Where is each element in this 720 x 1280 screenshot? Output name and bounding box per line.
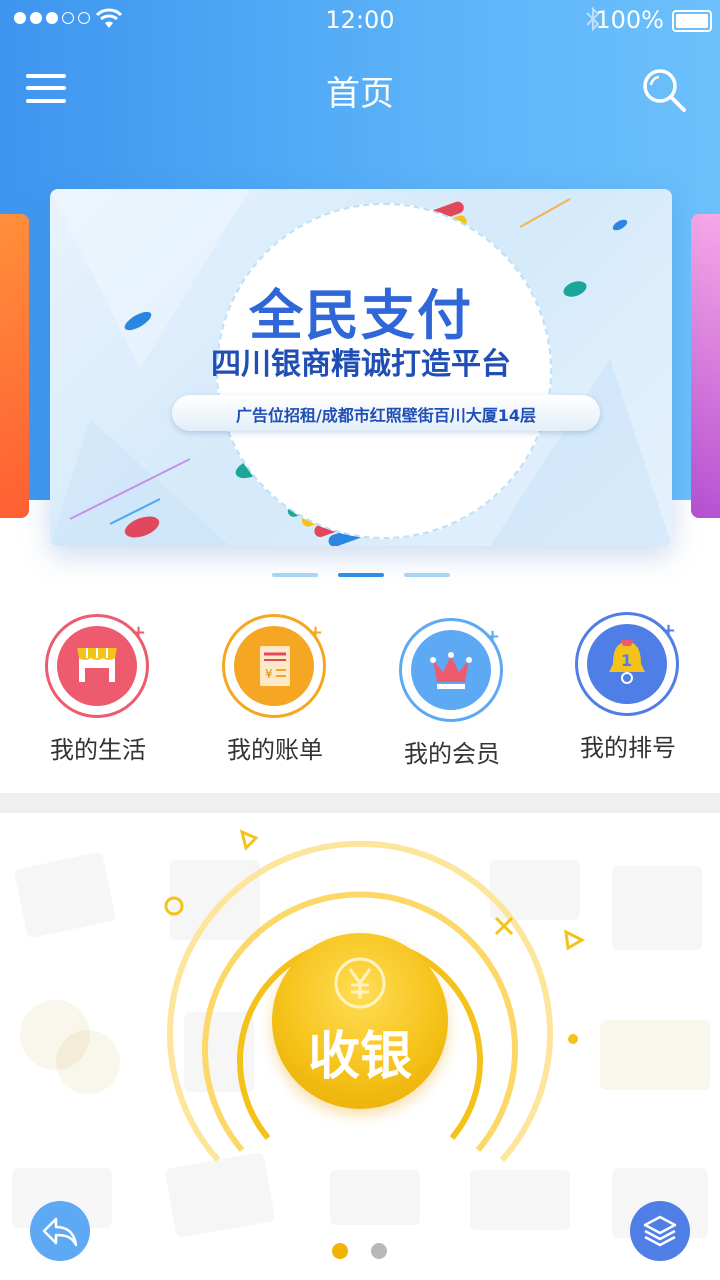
- plus-icon: +: [308, 622, 324, 643]
- menu-item-bill[interactable]: ¥ + 我的账单: [190, 606, 360, 776]
- crown-icon: [430, 652, 472, 689]
- page-title: 首页: [326, 74, 394, 114]
- menu-item-label: 我的账单: [227, 736, 323, 764]
- page-dot-active[interactable]: [332, 1243, 348, 1259]
- layers-button[interactable]: [630, 1201, 690, 1261]
- layers-icon: [643, 1215, 677, 1247]
- search-icon[interactable]: [640, 66, 688, 114]
- back-button[interactable]: [30, 1201, 90, 1261]
- page-indicator: [332, 1243, 387, 1259]
- svg-text:¥: ¥: [265, 667, 273, 681]
- battery-percent: 100%: [595, 6, 664, 34]
- back-arrow-icon: [42, 1217, 78, 1247]
- menu-item-label: 我的会员: [404, 740, 500, 768]
- yen-coin-icon: [334, 957, 386, 1009]
- banner-tagline: 广告位招租/成都市红照壁街百川大厦14层: [235, 406, 537, 425]
- status-bar: 12:00 100%: [0, 0, 720, 40]
- ghost-coin-icon: [56, 1030, 120, 1094]
- ghost-safe-icon: [612, 866, 702, 950]
- banner-subtitle: 四川银商精诚打造平台: [211, 347, 511, 382]
- cashier-label: 收银: [307, 1027, 412, 1087]
- dot-decoration: [568, 1034, 578, 1044]
- menu-item-queue[interactable]: 1 + 我的排号: [543, 604, 713, 774]
- carousel-indicator[interactable]: [272, 573, 318, 577]
- menu-item-life[interactable]: + 我的生活: [13, 606, 183, 776]
- bell-icon: 1: [609, 640, 645, 684]
- battery-icon: [672, 10, 712, 32]
- page-dot[interactable]: [371, 1243, 387, 1259]
- menu-item-label: 我的排号: [580, 734, 676, 762]
- ghost-stack-icon: [600, 1020, 710, 1090]
- ghost-card-icon: [13, 851, 117, 939]
- section-divider: [0, 793, 720, 813]
- carousel-indicator[interactable]: [404, 573, 450, 577]
- menu-item-member[interactable]: + 我的会员: [367, 610, 537, 780]
- triangle-decoration: [564, 929, 586, 951]
- bill-icon: ¥: [260, 646, 290, 686]
- shop-icon: [77, 648, 117, 682]
- plus-icon: +: [131, 622, 147, 643]
- carousel-indicators: [272, 573, 450, 577]
- carousel-indicator-active[interactable]: [338, 573, 384, 577]
- plus-icon: +: [661, 620, 677, 641]
- banner-slide[interactable]: 全民支付 四川银商精诚打造平台 广告位招租/成都市红照壁街百川大厦14层: [50, 189, 672, 546]
- menu-item-label: 我的生活: [50, 736, 146, 764]
- banner-prev-slide[interactable]: [0, 214, 29, 518]
- banner-next-slide[interactable]: [691, 214, 720, 518]
- plus-icon: +: [485, 626, 501, 647]
- svg-text:1: 1: [621, 651, 632, 670]
